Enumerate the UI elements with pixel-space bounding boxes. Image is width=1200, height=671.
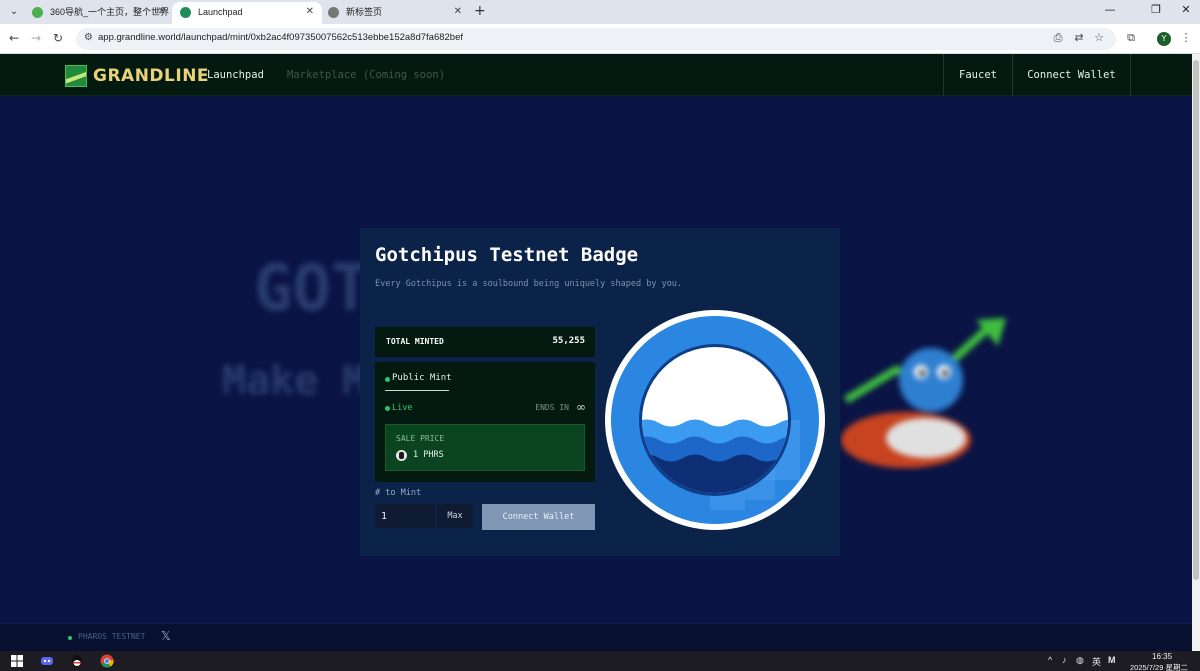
pharos-token-icon <box>396 450 407 461</box>
infinity-icon: ∞ <box>576 400 586 414</box>
new-tab-plus-icon[interactable]: + <box>474 3 486 19</box>
tray-chevron-icon[interactable]: ^ <box>1048 655 1052 665</box>
tab-search-icon[interactable]: ⌄ <box>6 4 22 20</box>
minimize-icon[interactable]: — <box>1100 3 1120 16</box>
page-scrollbar[interactable] <box>1192 54 1200 651</box>
nav-marketplace: Marketplace (Coming soon) <box>287 69 446 81</box>
max-button[interactable]: Max <box>437 504 473 528</box>
windows-start-icon[interactable] <box>10 654 24 668</box>
collection-description: Every Gotchipus is a soulbound being uni… <box>375 279 683 289</box>
tab-360[interactable]: 360导航_一个主页，整个世界 ✕ <box>24 2 174 24</box>
network-dot-icon <box>68 636 72 640</box>
sale-price-label: SALE PRICE <box>396 434 445 443</box>
ime-label[interactable]: 英 <box>1092 655 1101 668</box>
install-app-icon[interactable]: ⎙ <box>1050 31 1066 45</box>
ends-in-label: ENDS IN <box>535 403 569 412</box>
x-icon[interactable]: 𝕏 <box>161 629 171 643</box>
quantity-input[interactable] <box>375 504 435 528</box>
total-minted-panel: TOTAL MINTED 55,255 <box>375 327 595 357</box>
speaker-icon[interactable]: ♪ <box>1062 655 1067 665</box>
qq-icon[interactable] <box>70 654 84 668</box>
phase-name[interactable]: Public Mint <box>392 373 452 383</box>
phase-dot-icon <box>385 377 390 382</box>
tab-close-icon[interactable]: ✕ <box>454 2 462 22</box>
translate-icon[interactable]: ⇄ <box>1071 31 1087 44</box>
hero-subtitle-blurred: Make M <box>222 358 367 404</box>
favicon-launchpad-icon <box>180 7 191 18</box>
os-taskbar: ^ ♪ ◍ 英 M 16:35 2025/7/29 星期二 <box>0 651 1200 671</box>
browser-toolbar: ← → ↻ ⚙ app.grandline.world/launchpad/mi… <box>0 24 1200 54</box>
sale-price-value: 1 PHRS <box>413 450 444 460</box>
chrome-icon[interactable] <box>100 654 114 668</box>
network-tray-icon[interactable]: ◍ <box>1076 655 1084 666</box>
grandline-logo-icon[interactable] <box>65 65 87 87</box>
site-info-icon[interactable]: ⚙ <box>84 32 93 43</box>
back-arrow-icon[interactable]: ← <box>6 31 22 45</box>
mint-phase-panel: Public Mint Live ENDS IN ∞ SALE PRICE 1 … <box>375 362 595 482</box>
total-minted-value: 55,255 <box>552 336 585 346</box>
site-footer: PHAROS TESTNET 𝕏 <box>0 623 1192 651</box>
reload-icon[interactable]: ↻ <box>50 31 66 45</box>
phase-tab-underline <box>385 390 449 391</box>
window-close-icon[interactable]: ✕ <box>1176 3 1196 16</box>
tab-newtab[interactable]: 新标签页 ✕ <box>320 2 470 24</box>
live-dot-icon <box>385 406 390 411</box>
address-bar[interactable]: ⚙ app.grandline.world/launchpad/mint/0xb… <box>76 28 1116 50</box>
tab-title: Launchpad <box>198 7 243 17</box>
clock-date[interactable]: 2025/7/29 星期二 <box>1130 662 1188 671</box>
phase-status: Live <box>392 403 413 413</box>
browser-menu-icon[interactable]: ⋮ <box>1178 31 1194 44</box>
discord-icon[interactable] <box>40 654 54 668</box>
tab-close-icon[interactable]: ✕ <box>306 2 314 22</box>
mascot-rocket-image <box>841 318 1006 468</box>
nav-launchpad[interactable]: Launchpad <box>207 69 264 81</box>
card-connect-wallet-button[interactable]: Connect Wallet <box>482 504 595 530</box>
tab-close-icon[interactable]: ✕ <box>158 2 166 22</box>
testnet-badge-image <box>605 310 825 530</box>
sale-price-box: SALE PRICE 1 PHRS <box>385 424 585 471</box>
url-text[interactable]: app.grandline.world/launchpad/mint/0xb2a… <box>98 32 463 43</box>
quantity-label: # to Mint <box>375 488 422 498</box>
forward-arrow-icon[interactable]: → <box>28 31 44 45</box>
tab-title: 新标签页 <box>346 7 383 17</box>
faucet-button[interactable]: Faucet <box>943 54 1012 96</box>
profile-avatar[interactable]: Y <box>1157 32 1171 46</box>
ime-mode[interactable]: M <box>1108 655 1116 665</box>
total-minted-label: TOTAL MINTED <box>386 337 444 346</box>
site-header: GRANDLINE Launchpad Marketplace (Coming … <box>0 54 1192 96</box>
bookmark-star-icon[interactable]: ☆ <box>1091 31 1107 44</box>
network-label: PHAROS TESTNET <box>78 632 146 641</box>
scrollbar-thumb[interactable] <box>1193 60 1199 580</box>
header-connect-wallet-button[interactable]: Connect Wallet <box>1012 54 1131 96</box>
collection-title: Gotchipus Testnet Badge <box>375 244 639 266</box>
favicon-chrome-icon <box>328 7 339 18</box>
tab-title: 360导航_一个主页，整个世界 <box>50 7 170 17</box>
favicon-360-icon <box>32 7 43 18</box>
clock-time[interactable]: 16:35 <box>1152 652 1172 661</box>
restore-icon[interactable]: ❐ <box>1146 3 1166 16</box>
tab-launchpad[interactable]: Launchpad ✕ <box>172 2 322 24</box>
browser-tabbar: ⌄ 360导航_一个主页，整个世界 ✕ Launchpad ✕ 新标签页 ✕ +… <box>0 0 1200 24</box>
extensions-icon[interactable]: ⧉ <box>1123 31 1139 45</box>
logo-text[interactable]: GRANDLINE <box>93 66 209 86</box>
